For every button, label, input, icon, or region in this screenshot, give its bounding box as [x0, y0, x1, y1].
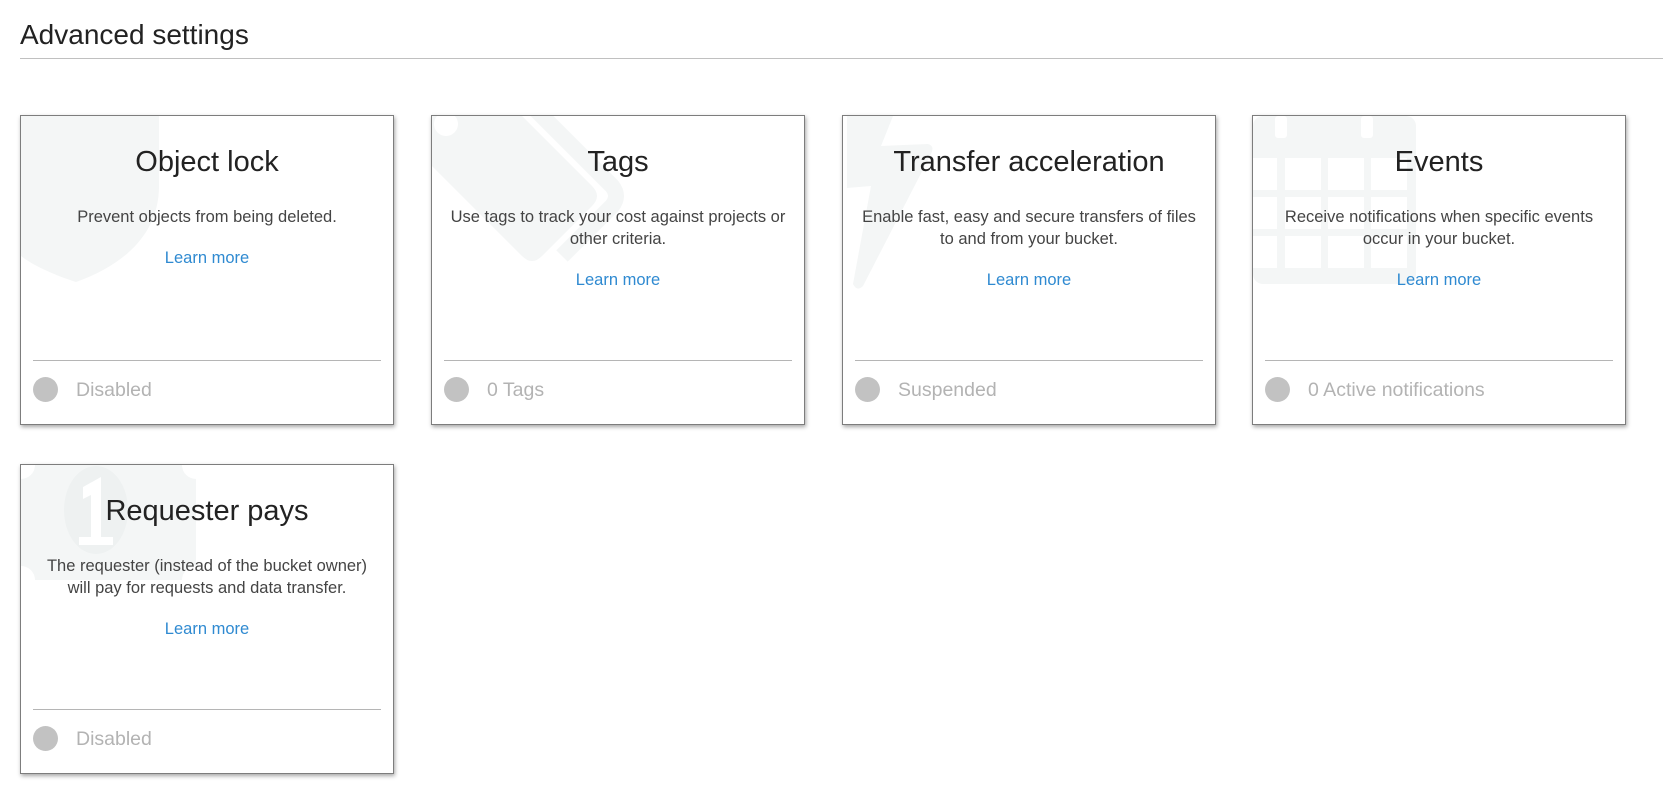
- card-description: The requester (instead of the bucket own…: [46, 557, 368, 597]
- card-title: Object lock: [135, 146, 279, 178]
- card-footer: Disabled: [33, 360, 381, 424]
- card-footer: 0 Active notifications: [1265, 360, 1613, 424]
- card-description: Prevent objects from being deleted.: [77, 208, 337, 226]
- card-title: Events: [1394, 146, 1484, 178]
- card-events[interactable]: Events Receive notifications when specif…: [1252, 115, 1626, 425]
- status-text: 0 Active notifications: [1308, 379, 1485, 401]
- section-divider: [20, 58, 1663, 59]
- learn-more-link[interactable]: Learn more: [21, 618, 393, 640]
- learn-more-link[interactable]: Learn more: [1253, 269, 1625, 291]
- learn-more-link[interactable]: Learn more: [432, 269, 804, 291]
- status-text: 0 Tags: [487, 379, 545, 401]
- status-indicator-icon: [855, 377, 880, 402]
- status-text: Disabled: [76, 728, 152, 750]
- status-indicator-icon: [33, 726, 58, 751]
- card-footer: 0 Tags: [444, 360, 792, 424]
- status-text: Suspended: [898, 379, 997, 401]
- card-title: Tags: [587, 146, 649, 178]
- card-description: Enable fast, easy and secure transfers o…: [862, 208, 1196, 248]
- card-footer: Disabled: [33, 709, 381, 773]
- section-title: Advanced settings: [20, 19, 249, 50]
- card-requester-pays[interactable]: Requester pays The requester (instead of…: [20, 464, 394, 774]
- card-footer: Suspended: [855, 360, 1203, 424]
- learn-more-link[interactable]: Learn more: [21, 247, 393, 269]
- card-tags[interactable]: Tags Use tags to track your cost against…: [431, 115, 805, 425]
- card-title: Requester pays: [105, 495, 309, 527]
- card-description: Use tags to track your cost against proj…: [450, 208, 786, 248]
- card-title: Transfer acceleration: [893, 146, 1165, 178]
- card-object-lock[interactable]: Object lock Prevent objects from being d…: [20, 115, 394, 425]
- card-transfer-acceleration[interactable]: Transfer acceleration Enable fast, easy …: [842, 115, 1216, 425]
- status-indicator-icon: [444, 377, 469, 402]
- status-indicator-icon: [1265, 377, 1290, 402]
- status-indicator-icon: [33, 377, 58, 402]
- learn-more-link[interactable]: Learn more: [843, 269, 1215, 291]
- card-description: Receive notifications when specific even…: [1284, 208, 1594, 248]
- status-text: Disabled: [76, 379, 152, 401]
- advanced-settings-page: Advanced settings Object lock Prevent ob…: [0, 0, 1663, 804]
